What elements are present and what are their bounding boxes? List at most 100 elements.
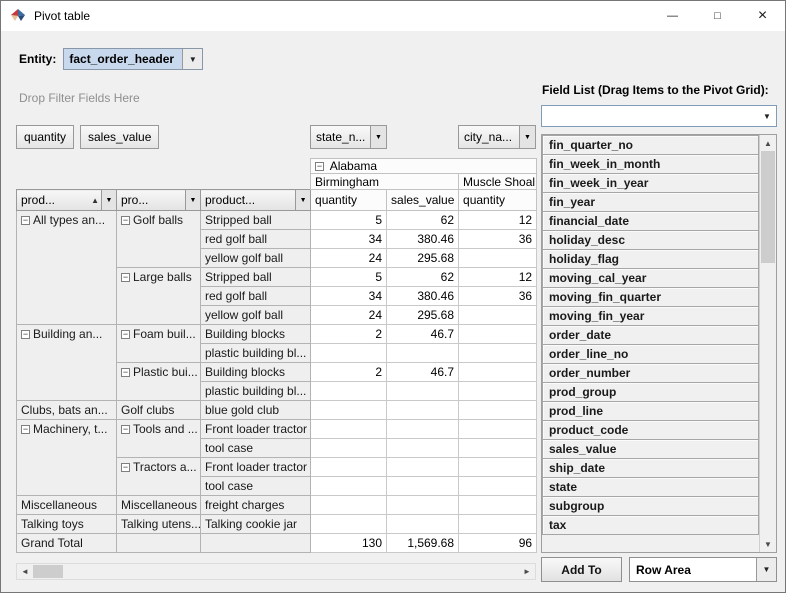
row-header-cell[interactable] (117, 534, 201, 553)
chevron-down-icon[interactable]: ▼ (182, 49, 202, 69)
field-list-item[interactable]: moving_cal_year (542, 268, 759, 288)
area-combobox[interactable]: Row Area ▼ (629, 557, 777, 582)
row-field-header-prod-line[interactable]: pro... ▼ (117, 190, 201, 211)
row-header-cell[interactable]: yellow golf ball (201, 306, 311, 325)
field-list-item[interactable]: financial_date (542, 211, 759, 231)
city-header-muscle-shoal[interactable]: Muscle Shoal (459, 174, 537, 190)
measure-header[interactable]: quantity (311, 190, 387, 211)
field-list-item[interactable]: sales_value (542, 439, 759, 459)
field-list-item[interactable]: holiday_flag (542, 249, 759, 269)
collapse-icon[interactable]: − (121, 330, 130, 339)
field-list-item[interactable]: fin_year (542, 192, 759, 212)
collapse-icon[interactable]: − (121, 273, 130, 282)
row-header-cell[interactable]: −Golf balls (117, 211, 201, 268)
row-header-cell[interactable]: Front loader tractor (201, 420, 311, 439)
data-field-chip-quantity[interactable]: quantity (16, 125, 74, 149)
field-list-item[interactable]: prod_group (542, 382, 759, 402)
row-header-cell[interactable]: −Large balls (117, 268, 201, 325)
row-header-cell[interactable]: Talking utens... (117, 515, 201, 534)
measure-header[interactable]: quantity (459, 190, 537, 211)
column-field-chip-city[interactable]: city_na... ▼ (458, 125, 536, 149)
field-list-item[interactable]: order_line_no (542, 344, 759, 364)
field-list-item[interactable]: product_code (542, 420, 759, 440)
row-header-cell[interactable]: Talking toys (17, 515, 117, 534)
field-list-item[interactable]: moving_fin_year (542, 306, 759, 326)
field-dropdown-icon[interactable]: ▼ (185, 190, 200, 210)
field-list-item[interactable]: ship_date (542, 458, 759, 478)
row-header-cell[interactable]: −Plastic bui... (117, 363, 201, 401)
row-header-cell[interactable]: Miscellaneous (117, 496, 201, 515)
chevron-down-icon[interactable]: ▼ (756, 558, 776, 581)
row-header-cell[interactable]: Building blocks (201, 363, 311, 382)
collapse-icon[interactable]: − (21, 330, 30, 339)
row-header-cell[interactable]: yellow golf ball (201, 249, 311, 268)
chevron-down-icon[interactable]: ▼ (758, 106, 776, 126)
field-list-item[interactable]: order_number (542, 363, 759, 383)
horizontal-scrollbar[interactable]: ◄ ► (16, 563, 536, 580)
row-header-cell[interactable] (201, 534, 311, 553)
field-list-item[interactable]: fin_week_in_year (542, 173, 759, 193)
row-header-cell[interactable]: Front loader tractor (201, 458, 311, 477)
collapse-icon[interactable]: − (21, 216, 30, 225)
scrollbar-thumb[interactable] (761, 151, 775, 263)
scroll-up-icon[interactable]: ▲ (760, 135, 776, 151)
collapse-icon[interactable]: − (315, 162, 324, 171)
row-header-cell[interactable]: red golf ball (201, 230, 311, 249)
data-field-chip-sales-value[interactable]: sales_value (80, 125, 159, 149)
field-list-item[interactable]: subgroup (542, 496, 759, 516)
collapse-icon[interactable]: − (121, 216, 130, 225)
field-list-item[interactable]: order_date (542, 325, 759, 345)
city-header-birmingham[interactable]: Birmingham (311, 174, 459, 190)
column-field-chip-state[interactable]: state_n... ▼ (310, 125, 387, 149)
filter-dropdown-icon[interactable]: ▼ (519, 126, 535, 148)
collapse-icon[interactable]: − (121, 463, 130, 472)
vertical-scrollbar[interactable]: ▲ ▼ (759, 135, 776, 552)
row-header-cell[interactable]: −Tools and ... (117, 420, 201, 458)
row-header-cell[interactable]: Stripped ball (201, 268, 311, 287)
filter-dropdown-icon[interactable]: ▼ (370, 126, 386, 148)
collapse-icon[interactable]: − (21, 425, 30, 434)
state-group-header[interactable]: − Alabama (311, 159, 537, 174)
scrollbar-thumb[interactable] (33, 565, 63, 578)
row-header-cell[interactable]: Golf clubs (117, 401, 201, 420)
row-header-cell[interactable]: plastic building bl... (201, 344, 311, 363)
drop-filter-area[interactable]: Drop Filter Fields Here (19, 91, 140, 105)
row-header-cell[interactable]: Building blocks (201, 325, 311, 344)
row-header-cell[interactable]: red golf ball (201, 287, 311, 306)
row-field-header-product[interactable]: product... ▼ (201, 190, 311, 211)
row-header-cell[interactable]: −Machinery, t... (17, 420, 117, 496)
row-field-header-prod-group[interactable]: prod... ▲ ▼ (17, 190, 117, 211)
field-dropdown-icon[interactable]: ▼ (101, 190, 116, 210)
field-list-item[interactable]: state (542, 477, 759, 497)
row-header-cell[interactable]: Clubs, bats an... (17, 401, 117, 420)
row-header-cell[interactable]: Talking cookie jar (201, 515, 311, 534)
scroll-right-icon[interactable]: ► (519, 564, 535, 579)
scroll-left-icon[interactable]: ◄ (17, 564, 33, 579)
row-header-cell[interactable]: tool case (201, 439, 311, 458)
measure-header[interactable]: sales_value (387, 190, 459, 211)
add-to-button[interactable]: Add To (541, 557, 622, 582)
row-header-cell[interactable]: freight charges (201, 496, 311, 515)
field-list-item[interactable]: moving_fin_quarter (542, 287, 759, 307)
field-list-item[interactable]: fin_quarter_no (542, 135, 759, 155)
field-list-item[interactable]: tax (542, 515, 759, 535)
field-list-item[interactable]: prod_line (542, 401, 759, 421)
row-header-cell[interactable]: −Tractors a... (117, 458, 201, 496)
row-header-cell[interactable]: Miscellaneous (17, 496, 117, 515)
field-dropdown-icon[interactable]: ▼ (295, 190, 310, 210)
entity-combobox[interactable]: fact_order_header ▼ (63, 48, 203, 70)
row-header-cell[interactable]: −Foam buil... (117, 325, 201, 363)
row-header-cell[interactable]: plastic building bl... (201, 382, 311, 401)
row-header-cell[interactable]: −All types an... (17, 211, 117, 325)
collapse-icon[interactable]: − (121, 425, 130, 434)
field-list-item[interactable]: fin_week_in_month (542, 154, 759, 174)
row-header-cell[interactable]: blue gold club (201, 401, 311, 420)
collapse-icon[interactable]: − (121, 368, 130, 377)
row-header-cell[interactable]: Grand Total (17, 534, 117, 553)
row-header-cell[interactable]: tool case (201, 477, 311, 496)
field-search-input[interactable] (542, 106, 758, 126)
field-list-item[interactable]: holiday_desc (542, 230, 759, 250)
field-search-combobox[interactable]: ▼ (541, 105, 777, 127)
row-header-cell[interactable]: −Building an... (17, 325, 117, 401)
row-header-cell[interactable]: Stripped ball (201, 211, 311, 230)
